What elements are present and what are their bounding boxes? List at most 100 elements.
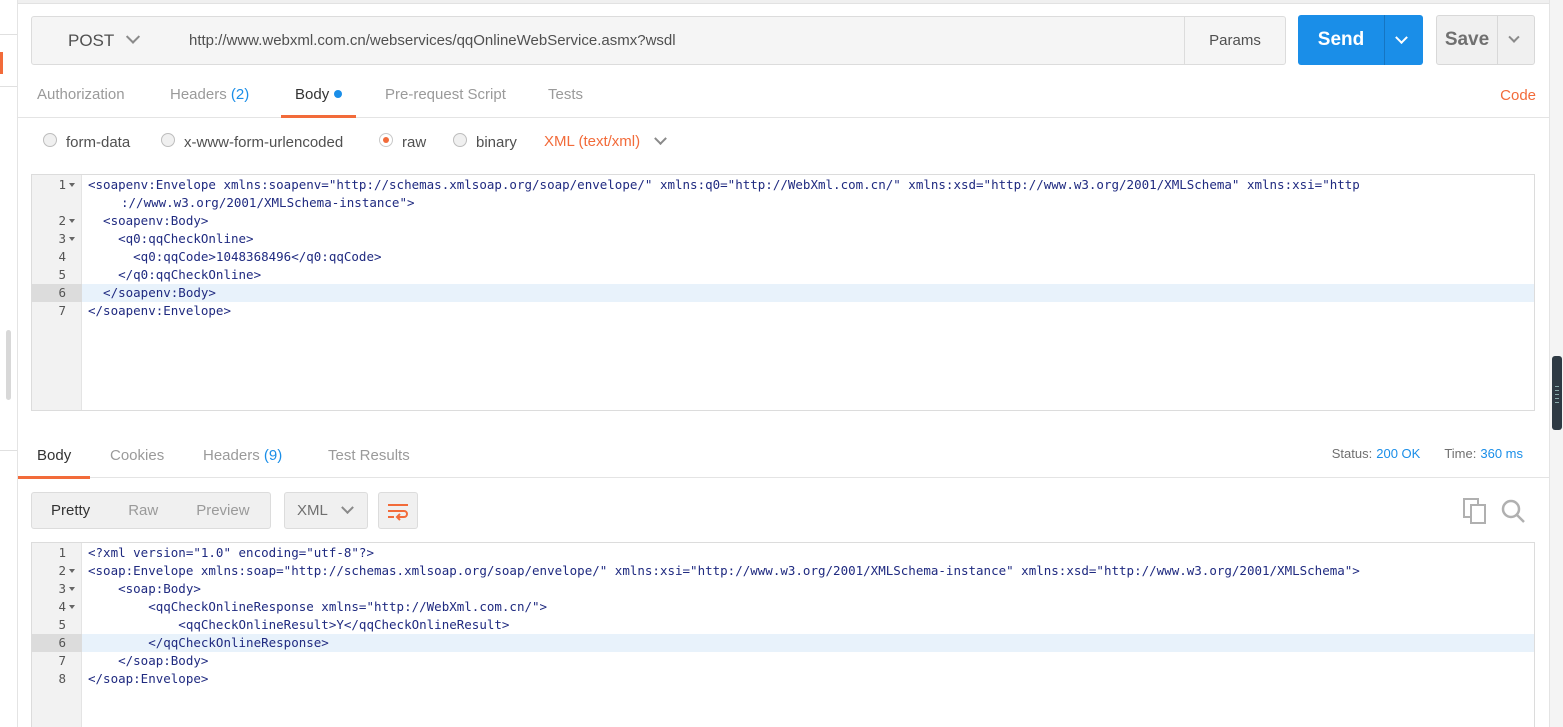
radio-binary[interactable]: binary [453, 132, 517, 152]
radio-form-data[interactable]: form-data [43, 132, 130, 152]
code-text: <q0:qqCheckOnline> [88, 231, 254, 246]
method-select[interactable]: POST [31, 16, 177, 65]
code-text: </soapenv:Body> [88, 285, 216, 300]
code-line[interactable]: 7 </soap:Body> [32, 652, 1534, 670]
tab-count-badge: (9) [263, 447, 283, 464]
code-line[interactable]: 7 </soapenv:Envelope> [32, 302, 1534, 320]
radio-circle-icon[interactable] [43, 133, 57, 147]
sidebar-divider [0, 34, 17, 35]
wrap-lines-button[interactable] [378, 492, 418, 529]
code-text: <soapenv:Body> [88, 213, 209, 228]
time-value[interactable]: 360 ms [1480, 446, 1523, 461]
chevron-down-icon[interactable] [1508, 31, 1520, 43]
code-line[interactable]: 5 </q0:qqCheckOnline> [32, 266, 1534, 284]
code-text: <qqCheckOnlineResponse xmlns="http://Web… [88, 599, 548, 614]
tab-label: Body [295, 86, 330, 103]
line-number: 5 [58, 617, 66, 632]
radio-label: binary [476, 133, 517, 151]
code-line[interactable]: 3 <soap:Body> [32, 580, 1534, 598]
send-label: Send [1317, 29, 1365, 50]
response-view-modes: Pretty Raw Preview [31, 492, 271, 529]
save-button[interactable]: Save [1436, 15, 1535, 65]
tab-pre-request-script[interactable]: Pre-request Script [385, 75, 506, 117]
request-body-editor[interactable]: 1 <soapenv:Envelope xmlns:soapenv="http:/… [31, 174, 1535, 411]
method-label: POST [68, 30, 115, 50]
tab-headers[interactable]: Headers (2) [170, 75, 249, 117]
code-text: <q0:qqCode>1048368496</q0:qqCode> [88, 249, 382, 264]
radio-circle-icon[interactable] [453, 133, 467, 147]
tab-test-results[interactable]: Test Results [328, 436, 410, 478]
chevron-down-icon[interactable] [1395, 30, 1408, 44]
line-number: 1 [58, 177, 66, 192]
response-meta: Status: 200 OK Time: 360 ms [1332, 446, 1523, 461]
code-text: </q0:qqCheckOnline> [88, 267, 262, 282]
sidebar-active-marker [0, 52, 3, 74]
chevron-down-icon [340, 501, 354, 515]
page-scrollbar[interactable] [1549, 0, 1563, 727]
line-number: 6 [32, 634, 82, 652]
url-input[interactable] [176, 16, 1185, 65]
tab-response-headers[interactable]: Headers (9) [203, 436, 282, 478]
save-split-divider [1497, 16, 1498, 64]
radio-circle-icon[interactable] [161, 133, 175, 147]
code-text: </soap:Body> [88, 653, 209, 668]
fold-arrow-icon[interactable] [69, 569, 75, 573]
code-line[interactable]: 5 <qqCheckOnlineResult>Y</qqCheckOnlineR… [32, 616, 1534, 634]
send-button[interactable]: Send [1298, 15, 1423, 65]
tab-cookies[interactable]: Cookies [110, 436, 164, 478]
time-info: Time: 360 ms [1444, 446, 1523, 461]
view-preview-button[interactable]: Preview [177, 493, 268, 528]
view-pretty-button[interactable]: Pretty [32, 493, 109, 528]
window-tab-strip [18, 0, 1549, 4]
code-line[interactable]: 2 <soap:Envelope xmlns:soap="http://schem… [32, 562, 1534, 580]
tab-response-body[interactable]: Body [18, 436, 91, 479]
time-label: Time: [1444, 446, 1477, 461]
response-format-select[interactable]: XML [284, 492, 368, 529]
code-text: </soap:Envelope> [88, 671, 209, 686]
code-line[interactable]: 2 <soapenv:Body> [32, 212, 1534, 230]
code-line[interactable]: 1 <soapenv:Envelope xmlns:soapenv="http:/… [32, 176, 1534, 194]
status-value[interactable]: 200 OK [1376, 446, 1420, 461]
tab-authorization[interactable]: Authorization [37, 75, 125, 117]
radio-x-www-form-urlencoded[interactable]: x-www-form-urlencoded [161, 132, 343, 152]
code-line[interactable]: ://www.w3.org/2001/XMLSchema-instance"> [32, 194, 1534, 212]
fold-arrow-icon[interactable] [69, 219, 75, 223]
body-language-select[interactable]: XML (text/xml) [544, 132, 667, 150]
page-scrollbar-thumb[interactable] [1552, 356, 1562, 430]
tab-tests[interactable]: Tests [548, 75, 583, 117]
copy-icon[interactable] [1463, 498, 1487, 524]
line-number: 6 [32, 284, 82, 302]
view-raw-button[interactable]: Raw [109, 493, 177, 528]
radio-raw[interactable]: raw [379, 132, 426, 152]
tab-label: Authorization [37, 86, 125, 103]
tab-label: Cookies [110, 447, 165, 464]
code-line[interactable]: 4 <q0:qqCode>1048368496</q0:qqCode> [32, 248, 1534, 266]
send-split-divider [1384, 15, 1385, 65]
code-line-active[interactable]: 6 </qqCheckOnlineResponse> [32, 634, 1534, 652]
fold-arrow-icon[interactable] [69, 587, 75, 591]
fold-arrow-icon[interactable] [69, 237, 75, 241]
radio-selected-icon[interactable] [379, 133, 393, 147]
line-number: 8 [58, 671, 66, 686]
line-number: 1 [58, 545, 66, 560]
status-info: Status: 200 OK [1332, 446, 1421, 461]
code-link[interactable]: Code [1500, 87, 1536, 104]
tab-label: Test Results [328, 447, 410, 464]
sidebar-scrollbar[interactable] [6, 330, 11, 400]
sidebar-edge [0, 0, 18, 727]
code-line-active[interactable]: 6 </soapenv:Body> [32, 284, 1534, 302]
search-icon[interactable] [1500, 498, 1526, 524]
tab-label: Tests [548, 86, 584, 103]
fold-arrow-icon[interactable] [69, 605, 75, 609]
code-line[interactable]: 4 <qqCheckOnlineResponse xmlns="http://W… [32, 598, 1534, 616]
code-line[interactable]: 1 <?xml version="1.0" encoding="utf-8"?> [32, 544, 1534, 562]
line-number: 7 [58, 303, 66, 318]
params-button[interactable]: Params [1184, 16, 1286, 65]
code-line[interactable]: 8 </soap:Envelope> [32, 670, 1534, 688]
line-number: 7 [58, 653, 66, 668]
params-label: Params [1209, 32, 1261, 49]
code-line[interactable]: 3 <q0:qqCheckOnline> [32, 230, 1534, 248]
tab-body[interactable]: Body [281, 75, 357, 118]
response-body-viewer[interactable]: 1 <?xml version="1.0" encoding="utf-8"?> … [31, 542, 1535, 727]
fold-arrow-icon[interactable] [69, 183, 75, 187]
